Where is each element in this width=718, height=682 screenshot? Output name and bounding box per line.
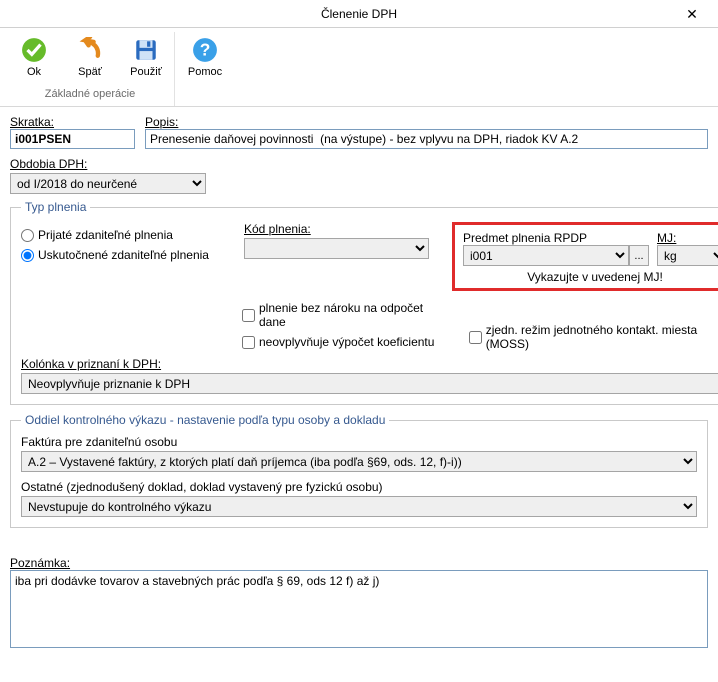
apply-button[interactable]: Použiť <box>122 34 170 80</box>
apply-label: Použiť <box>130 66 162 78</box>
rpdp-highlight-box: Predmet plnenia RPDP i001 ... MJ: <box>452 222 718 291</box>
ok-label: Ok <box>27 66 41 78</box>
predmet-rpdp-lookup-button[interactable]: ... <box>629 245 649 266</box>
typ-plnenia-legend: Typ plnenia <box>21 200 90 214</box>
ostatne-label: Ostatné (zjednodušený doklad, doklad vys… <box>21 480 697 494</box>
skratka-label[interactable]: Skratka: <box>10 115 135 129</box>
radio-prijate-label: Prijaté zdaniteľné plnenia <box>38 228 173 242</box>
kod-plnenia-select[interactable] <box>244 238 429 259</box>
check-neovplyvnuje-koef-label: neovplyvňuje výpočet koeficientu <box>259 335 434 349</box>
mj-select[interactable]: kg <box>657 245 718 266</box>
kolonka-select[interactable]: Neovplyvňuje priznanie k DPH <box>21 373 718 394</box>
ribbon-group-label: Základné operácie <box>10 86 170 104</box>
check-moss-label: zjedn. režim jednotného kontakt. miesta … <box>486 323 718 351</box>
content-area: Skratka: Popis: Obdobia DPH: od I/2018 d… <box>0 107 718 661</box>
window-title: Členenie DPH <box>321 7 397 21</box>
faktura-select[interactable]: A.2 – Vystavené faktúry, z ktorých platí… <box>21 451 697 472</box>
check-plnenie-bez-naroku-input[interactable] <box>242 309 255 322</box>
radio-prijate-input[interactable] <box>21 229 34 242</box>
kolonka-label[interactable]: Kolónka v priznaní k DPH: <box>21 357 718 371</box>
help-button[interactable]: ? Pomoc <box>181 34 229 80</box>
oddiel-legend: Oddiel kontrolného výkazu - nastavenie p… <box>21 413 389 427</box>
popis-input[interactable] <box>145 129 708 149</box>
ribbon: Ok Späť Použiť Základné operácie ? <box>0 28 718 107</box>
help-icon: ? <box>191 36 219 64</box>
radio-uskutocnene[interactable]: Uskutočnené zdaniteľné plnenia <box>21 248 226 262</box>
check-plnenie-bez-naroku[interactable]: plnenie bez nároku na odpočet dane <box>242 301 449 329</box>
check-neovplyvnuje-koef[interactable]: neovplyvňuje výpočet koeficientu <box>242 335 449 349</box>
skratka-input[interactable] <box>10 129 135 149</box>
save-icon <box>132 36 160 64</box>
ostatne-select[interactable]: Nevstupuje do kontrolného výkazu <box>21 496 697 517</box>
vykazujte-msg: Vykazujte v uvedenej MJ! <box>463 268 718 286</box>
radio-prijate[interactable]: Prijaté zdaniteľné plnenia <box>21 228 226 242</box>
check-moss[interactable]: zjedn. režim jednotného kontakt. miesta … <box>469 323 718 351</box>
undo-icon <box>76 36 104 64</box>
oddiel-fieldset: Oddiel kontrolného výkazu - nastavenie p… <box>10 413 708 528</box>
titlebar: Členenie DPH ✕ <box>0 0 718 28</box>
predmet-rpdp-label: Predmet plnenia RPDP <box>463 231 649 245</box>
typ-plnenia-fieldset: Typ plnenia Prijaté zdaniteľné plnenia U… <box>10 200 718 405</box>
poznamka-textarea[interactable] <box>10 570 708 648</box>
back-button[interactable]: Späť <box>66 34 114 80</box>
close-icon: ✕ <box>686 6 698 23</box>
poznamka-label[interactable]: Poznámka: <box>10 556 70 570</box>
ribbon-group-basic: Ok Späť Použiť Základné operácie <box>6 32 175 106</box>
kod-plnenia-label[interactable]: Kód plnenia: <box>244 222 434 236</box>
ellipsis-icon: ... <box>634 250 643 262</box>
mj-label[interactable]: MJ: <box>657 231 718 245</box>
help-label: Pomoc <box>188 66 222 78</box>
close-button[interactable]: ✕ <box>672 0 712 28</box>
obdobia-select[interactable]: od I/2018 do neurčené <box>10 173 206 194</box>
check-plnenie-bez-naroku-label: plnenie bez nároku na odpočet dane <box>259 301 449 329</box>
check-neovplyvnuje-koef-input[interactable] <box>242 336 255 349</box>
popis-label[interactable]: Popis: <box>145 115 708 129</box>
svg-text:?: ? <box>200 39 211 59</box>
ok-button[interactable]: Ok <box>10 34 58 80</box>
check-moss-input[interactable] <box>469 331 482 344</box>
faktura-label: Faktúra pre zdaniteľnú osobu <box>21 435 697 449</box>
back-label: Späť <box>78 66 102 78</box>
obdobia-label[interactable]: Obdobia DPH: <box>10 157 87 171</box>
radio-uskutocnene-label: Uskutočnené zdaniteľné plnenia <box>38 248 209 262</box>
ok-icon <box>20 36 48 64</box>
ribbon-group-help: ? Pomoc <box>177 32 233 106</box>
radio-uskutocnene-input[interactable] <box>21 249 34 262</box>
predmet-rpdp-select[interactable]: i001 <box>463 245 629 266</box>
